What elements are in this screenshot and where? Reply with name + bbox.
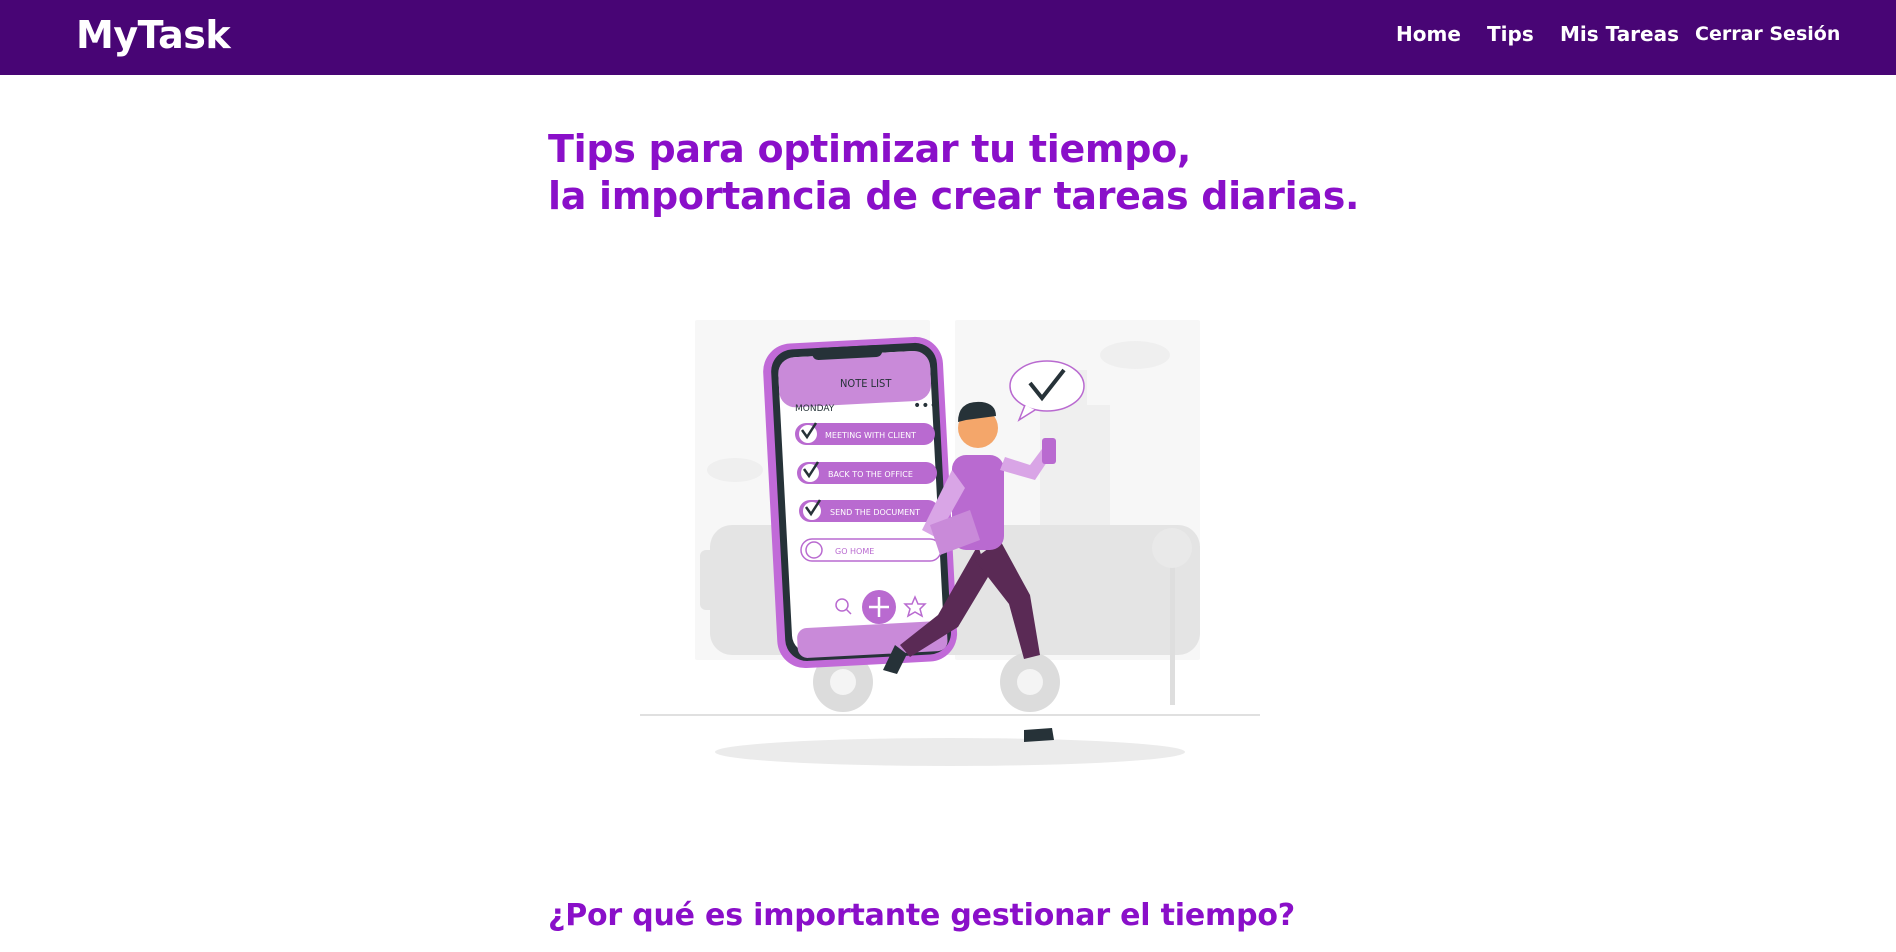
phone-title: NOTE LIST bbox=[840, 377, 892, 390]
nav-link-mis-tareas[interactable]: Mis Tareas bbox=[1560, 22, 1679, 46]
headline-line-1: Tips para optimizar tu tiempo, bbox=[548, 127, 1192, 171]
nav-link-cerrar-sesion[interactable]: Cerrar Sesión bbox=[1695, 23, 1840, 45]
nav-link-tips[interactable]: Tips bbox=[1487, 22, 1534, 46]
nav-link-home[interactable]: Home bbox=[1396, 22, 1461, 46]
nav-links: Home Tips Mis Tareas Cerrar Sesión bbox=[0, 22, 1896, 52]
headline-line-2: la importancia de crear tareas diarias. bbox=[548, 174, 1360, 218]
task-list-illustration: NOTE LIST MONDAY ••• MEETING WITH CLIENT… bbox=[640, 320, 1260, 766]
task-label-4: GO HOME bbox=[835, 547, 874, 556]
task-label-1: MEETING WITH CLIENT bbox=[825, 431, 916, 440]
more-dots-icon: ••• bbox=[913, 398, 938, 414]
task-label-2: BACK TO THE OFFICE bbox=[828, 470, 913, 479]
page-headline: Tips para optimizar tu tiempo, la import… bbox=[548, 126, 1448, 220]
phone-day: MONDAY bbox=[795, 404, 835, 414]
task-label-3: SEND THE DOCUMENT bbox=[830, 508, 920, 517]
top-navbar: MyTask Home Tips Mis Tareas Cerrar Sesió… bbox=[0, 0, 1896, 75]
section-title: ¿Por qué es importante gestionar el tiem… bbox=[548, 898, 1295, 933]
